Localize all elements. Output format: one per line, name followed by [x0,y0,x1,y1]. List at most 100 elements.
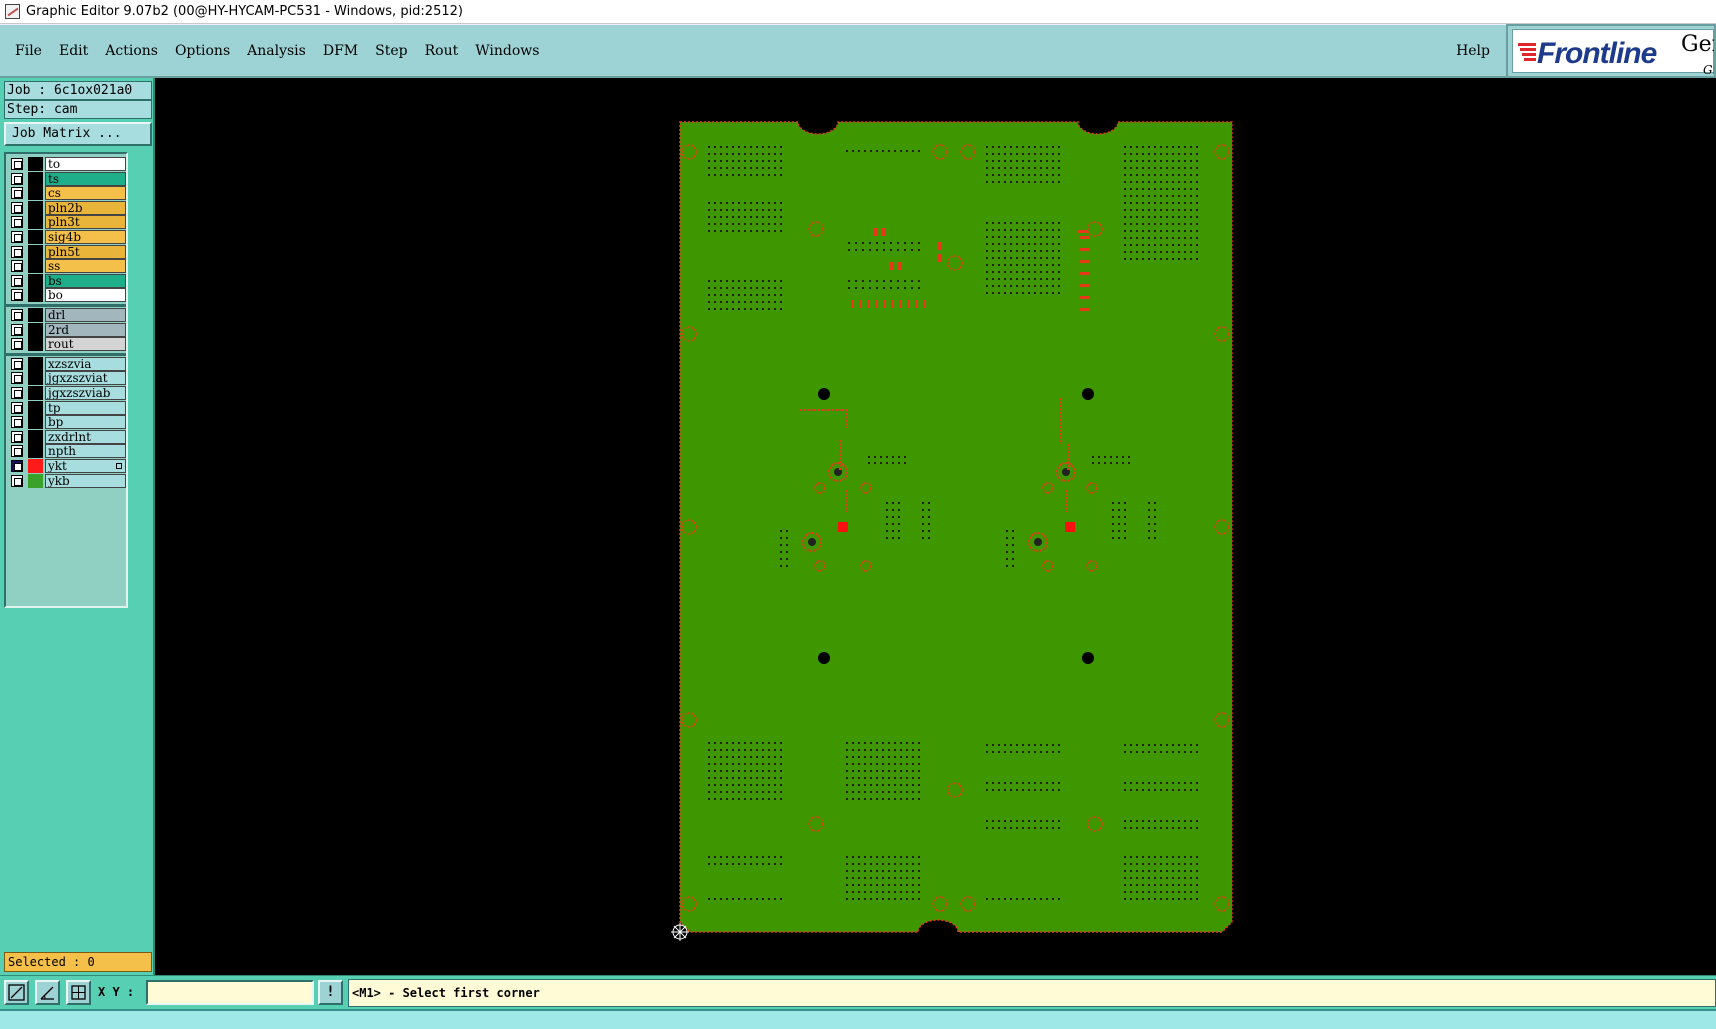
layer-row-to[interactable]: to [8,157,126,171]
layer-checkbox[interactable] [11,401,23,414]
layer-name[interactable]: bs [45,273,126,288]
layer-name[interactable]: ykb [45,473,126,488]
layer-checkbox[interactable] [11,430,23,443]
layer-name[interactable]: zxdrlnt [45,429,126,444]
menu-edit[interactable]: Edit [59,43,88,59]
layer-checkbox[interactable] [11,372,23,385]
layer-color-swatch[interactable] [28,337,43,352]
xy-input[interactable] [146,980,314,1005]
layer-checkbox[interactable] [11,201,23,214]
menu-options[interactable]: Options [175,43,230,59]
layer-name[interactable]: sig4b [45,230,126,244]
layer-name[interactable]: ykt [45,459,126,473]
layer-checkbox[interactable] [11,338,23,351]
board-view[interactable] [157,78,1716,975]
layer-row-pln2b[interactable]: pln2b [8,200,126,215]
layer-checkbox[interactable] [11,158,23,170]
layer-checkbox[interactable] [11,309,23,321]
layer-row-rout[interactable]: rout [8,337,126,352]
layer-name[interactable]: pln5t [45,244,126,259]
layer-color-swatch[interactable] [28,386,43,400]
menu-actions[interactable]: Actions [105,43,158,59]
layer-name[interactable]: pln3t [45,215,126,230]
menu-windows[interactable]: Windows [475,43,539,59]
graphic-canvas[interactable] [157,78,1716,975]
layer-checkbox[interactable] [11,289,23,302]
layer-name[interactable]: cs [45,186,126,201]
layer-row-ts[interactable]: ts [8,171,126,186]
layer-color-swatch[interactable] [28,415,43,430]
layer-color-swatch[interactable] [28,171,43,186]
layer-checkbox[interactable] [11,357,23,370]
layer-color-swatch[interactable] [28,308,43,322]
layer-color-swatch[interactable] [28,215,43,230]
layer-color-swatch[interactable] [28,273,43,288]
layer-checkbox[interactable] [11,323,23,336]
job-matrix-button[interactable]: Job Matrix ... [4,122,152,146]
layer-row-ykb[interactable]: ykb [8,473,126,488]
layer-name[interactable]: rout [45,337,126,352]
layer-row-drl[interactable]: drl [8,308,126,322]
layer-row-ss[interactable]: ss [8,259,126,274]
layer-checkbox[interactable] [11,387,23,399]
layer-color-swatch[interactable] [28,322,43,337]
layer-color-swatch[interactable] [28,288,43,303]
layer-checkbox[interactable] [11,474,23,487]
layer-checkbox[interactable] [11,416,23,429]
layer-row-jgxzszviab[interactable]: jgxzszviab [8,386,126,400]
layer-row-bo[interactable]: bo [8,288,126,303]
layer-checkbox[interactable] [11,231,23,243]
layer-color-swatch[interactable] [28,157,43,171]
layer-color-swatch[interactable] [28,429,43,444]
layer-checkbox[interactable] [11,245,23,258]
layer-name[interactable]: jgxzszviat [45,371,126,386]
menu-rout[interactable]: Rout [425,43,459,59]
layer-color-swatch[interactable] [28,356,43,371]
layer-name[interactable]: bo [45,288,126,303]
layer-color-swatch[interactable] [28,200,43,215]
layer-color-swatch[interactable] [28,400,43,415]
layer-row-npth[interactable]: npth [8,444,126,459]
layer-row-bs[interactable]: bs [8,273,126,288]
layer-row-xzszvia[interactable]: xzszvia [8,356,126,371]
layer-name[interactable]: ts [45,171,126,186]
measure-button[interactable] [35,980,60,1005]
layer-checkbox[interactable] [11,460,23,472]
layer-checkbox[interactable] [11,172,23,185]
layer-row-bp[interactable]: bp [8,415,126,430]
layer-row-tp[interactable]: tp [8,400,126,415]
layer-color-swatch[interactable] [28,244,43,259]
menu-analysis[interactable]: Analysis [247,43,306,59]
menu-step[interactable]: Step [375,43,407,59]
layer-name[interactable]: tp [45,400,126,415]
layer-name[interactable]: jgxzszviab [45,386,126,400]
layer-row-pln3t[interactable]: pln3t [8,215,126,230]
layer-color-swatch[interactable] [28,186,43,201]
layer-checkbox[interactable] [11,445,23,458]
grid-snap-button[interactable] [66,980,91,1005]
exclamation-button[interactable]: ! [318,980,343,1005]
layer-checkbox[interactable] [11,260,23,273]
layer-name[interactable]: pln2b [45,200,126,215]
layer-row-2rd[interactable]: 2rd [8,322,126,337]
menu-dfm[interactable]: DFM [323,43,358,59]
layer-color-swatch[interactable] [28,473,43,488]
layer-name[interactable]: npth [45,444,126,459]
layer-name[interactable]: xzszvia [45,356,126,371]
layer-checkbox[interactable] [11,216,23,229]
layer-checkbox[interactable] [11,187,23,200]
layer-row-pln5t[interactable]: pln5t [8,244,126,259]
layer-name[interactable]: ss [45,259,126,274]
layer-row-ykt[interactable]: ykt [8,459,126,473]
menu-file[interactable]: File [15,43,42,59]
menu-help[interactable]: Help [1456,43,1490,59]
zoom-area-button[interactable] [4,980,29,1005]
layer-row-jgxzszviat[interactable]: jgxzszviat [8,371,126,386]
layer-row-zxdrlnt[interactable]: zxdrlnt [8,429,126,444]
layer-row-sig4b[interactable]: sig4b [8,230,126,244]
layer-color-swatch[interactable] [28,230,43,244]
layer-name[interactable]: to [45,157,126,171]
layer-name[interactable]: drl [45,308,126,322]
layer-color-swatch[interactable] [28,371,43,386]
layer-checkbox[interactable] [11,274,23,287]
